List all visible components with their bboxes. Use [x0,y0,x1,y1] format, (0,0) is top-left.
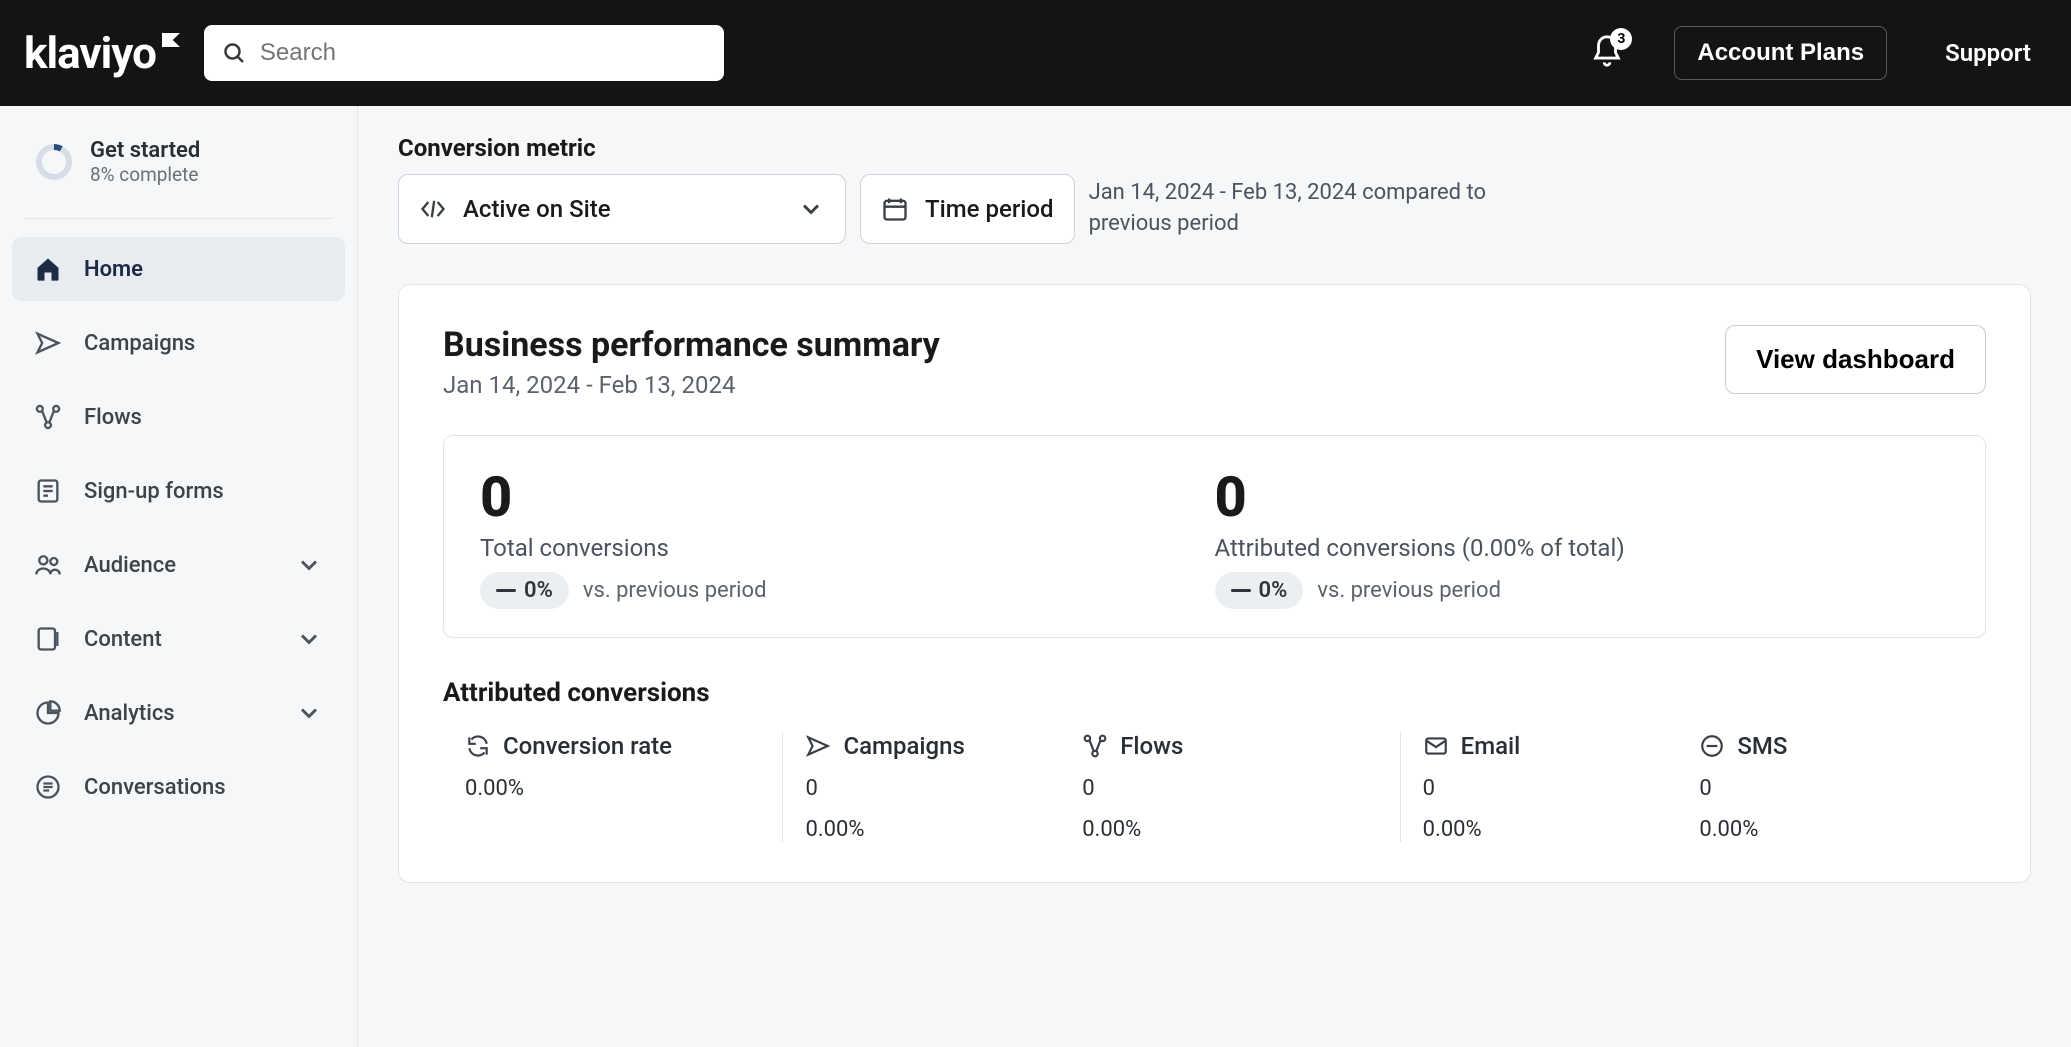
metric-col-sms: SMS 0 0.00% [1677,732,1986,842]
metric-value: 0.00% [1423,817,1656,842]
metric-value: 0.00% [1699,817,1964,842]
kpi-total-conversions: 0 Total conversions 0% vs. previous peri… [480,464,1215,609]
sidebar-item-home[interactable]: Home [12,237,345,301]
summary-title: Business performance summary [443,325,940,365]
metric-value: 0.00% [465,776,760,801]
home-icon [34,255,62,283]
refresh-icon [465,733,491,759]
metric-value: 0 [1699,776,1964,801]
send-icon [805,733,831,759]
metric-label: Conversion rate [503,732,672,760]
kpi-value: 0 [1215,464,1950,530]
dash-icon [1231,589,1251,592]
notification-badge: 3 [1610,28,1632,50]
attributed-conversions-heading: Attributed conversions [443,678,1986,708]
metric-col-conversion-rate: Conversion rate 0.00% [443,732,782,842]
logo-text: klaviyo [24,27,156,79]
view-dashboard-button[interactable]: View dashboard [1725,325,1986,394]
sidebar-item-label: Audience [84,553,176,578]
metric-col-flows: Flows 0 0.00% [1060,732,1399,842]
kpi-box: 0 Total conversions 0% vs. previous peri… [443,435,1986,638]
sidebar-item-campaigns[interactable]: Campaigns [12,311,345,375]
sidebar-item-analytics[interactable]: Analytics [12,681,345,745]
logo[interactable]: klaviyo [24,27,180,79]
search-field[interactable] [204,25,724,81]
metric-label: SMS [1737,732,1787,760]
chevron-down-icon [295,551,323,579]
metric-value: 0.00% [805,817,1038,842]
metric-col-campaigns: Campaigns 0 0.00% [782,732,1060,842]
analytics-icon [34,699,62,727]
sidebar: Get started 8% complete Home Campaigns F… [0,106,358,1047]
time-period-button[interactable]: Time period [860,174,1075,244]
get-started-subtitle: 8% complete [90,163,200,186]
sidebar-item-label: Conversations [84,775,226,800]
top-bar: klaviyo 3 Account Plans Support [0,0,2071,106]
flows-icon [1082,733,1108,759]
delta-badge: 0% [480,572,569,609]
form-icon [34,477,62,505]
sidebar-item-label: Analytics [84,701,175,726]
kpi-label: Total conversions [480,534,1215,562]
sidebar-item-signup-forms[interactable]: Sign-up forms [12,459,345,523]
sidebar-item-label: Sign-up forms [84,479,224,504]
search-icon [222,40,246,66]
compare-period-text: Jan 14, 2024 - Feb 13, 2024 compared to … [1089,178,1549,240]
sms-icon [1699,733,1725,759]
chevron-down-icon [797,195,825,223]
main-content: Conversion metric Active on Site Time pe… [358,106,2071,1047]
sidebar-item-content[interactable]: Content [12,607,345,671]
metric-col-email: Email 0 0.00% [1400,732,1678,842]
metric-value: 0 [1082,776,1377,801]
dropdown-selected-value: Active on Site [463,195,611,223]
mail-icon [1423,733,1449,759]
sidebar-item-label: Content [84,627,162,652]
sidebar-item-label: Home [84,257,143,282]
metric-value: 0.00% [1082,817,1377,842]
sidebar-item-audience[interactable]: Audience [12,533,345,597]
metric-label: Email [1461,732,1521,760]
vs-text: vs. previous period [583,578,767,603]
search-input[interactable] [260,39,706,67]
sidebar-item-conversations[interactable]: Conversations [12,755,345,819]
summary-date-range: Jan 14, 2024 - Feb 13, 2024 [443,371,940,399]
sidebar-divider [24,218,333,219]
metric-label: Flows [1120,732,1183,760]
sidebar-item-flows[interactable]: Flows [12,385,345,449]
summary-card: Business performance summary Jan 14, 202… [398,284,2031,883]
kpi-value: 0 [480,464,1215,530]
content-icon [34,625,62,653]
audience-icon [34,551,62,579]
sidebar-item-label: Flows [84,405,142,430]
time-period-label: Time period [925,195,1054,223]
get-started-card[interactable]: Get started 8% complete [12,130,345,210]
notifications-button[interactable]: 3 [1590,34,1624,72]
sidebar-item-label: Campaigns [84,331,195,356]
attributed-metrics-grid: Conversion rate 0.00% Campaigns 0 0.00% [443,732,1986,842]
delta-value: 0% [1259,578,1288,603]
support-link[interactable]: Support [1945,39,2031,67]
metric-value: 0 [805,776,1038,801]
dash-icon [496,589,516,592]
conversion-metric-dropdown[interactable]: Active on Site [398,174,846,244]
metric-label: Campaigns [843,732,964,760]
kpi-label: Attributed conversions (0.00% of total) [1215,534,1950,562]
progress-ring-icon [36,144,72,180]
get-started-title: Get started [90,138,200,163]
conversion-metric-heading: Conversion metric [398,134,2031,162]
delta-badge: 0% [1215,572,1304,609]
vs-text: vs. previous period [1317,578,1501,603]
chevron-down-icon [295,699,323,727]
kpi-attributed-conversions: 0 Attributed conversions (0.00% of total… [1215,464,1950,609]
code-icon [419,195,447,223]
chat-icon [34,773,62,801]
calendar-icon [881,195,909,223]
send-icon [34,329,62,357]
chevron-down-icon [295,625,323,653]
flows-icon [34,403,62,431]
delta-value: 0% [524,578,553,603]
account-plans-button[interactable]: Account Plans [1674,26,1887,80]
metric-value: 0 [1423,776,1656,801]
logo-flag-icon [162,33,180,47]
